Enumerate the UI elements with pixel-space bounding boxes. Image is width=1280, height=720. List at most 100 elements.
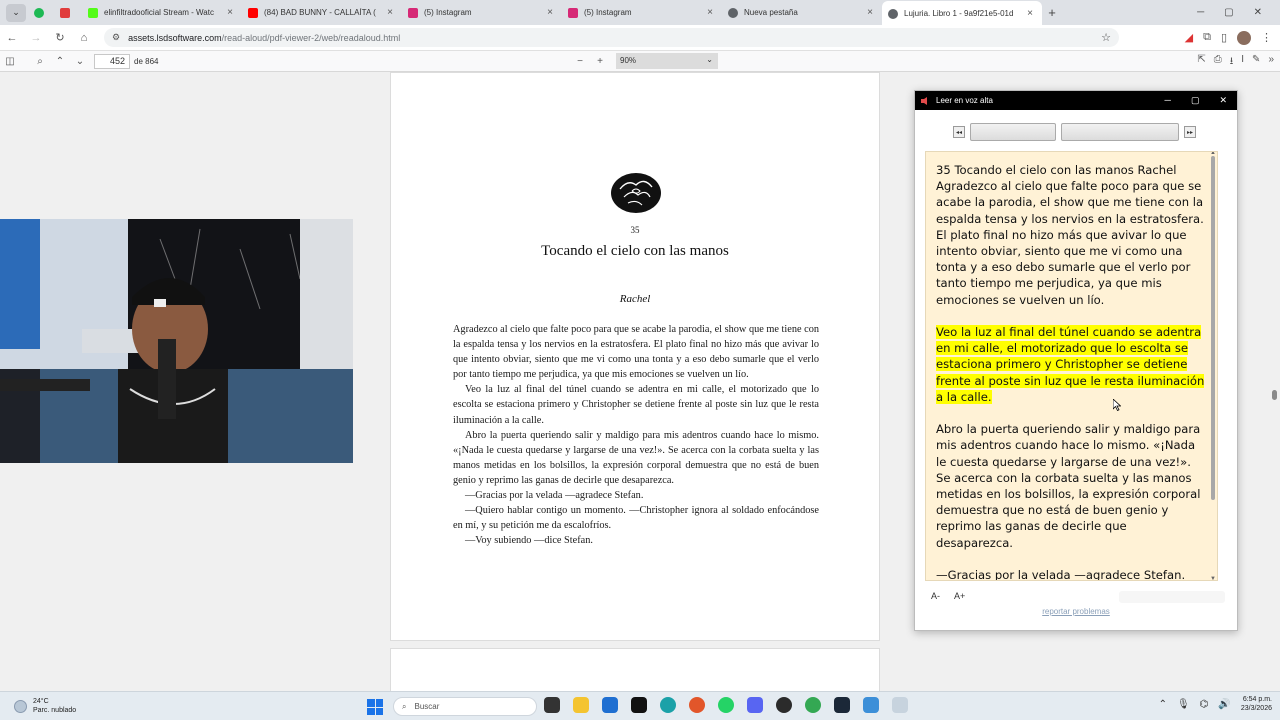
file-explorer-icon[interactable] — [573, 697, 589, 713]
read-aloud-text-panel[interactable]: 35 Tocando el cielo con las manos Rachel… — [925, 151, 1218, 581]
font-decrease-button[interactable]: A- — [931, 591, 940, 601]
read-aloud-window-title: Leer en voz alta — [936, 96, 993, 105]
mouse-cursor-icon — [1113, 399, 1121, 411]
search-placeholder: Buscar — [414, 702, 440, 711]
network-icon[interactable]: ⌬ — [1200, 699, 1209, 710]
weather-condition: Parc. nublado — [33, 707, 77, 714]
next-page-icon[interactable]: ⌄ — [70, 56, 90, 67]
start-button[interactable] — [367, 699, 383, 715]
rewind-button[interactable]: ◂◂ — [953, 126, 965, 138]
profile-avatar[interactable] — [1237, 30, 1251, 45]
obs-icon[interactable] — [776, 697, 792, 713]
edge-icon[interactable] — [660, 697, 676, 713]
sidebar-icon[interactable]: ▯ — [1221, 31, 1227, 44]
close-icon[interactable]: ✕ — [1219, 95, 1227, 106]
tab-instagram-1[interactable]: (5) Instagram × — [402, 1, 562, 24]
chrome-icon[interactable] — [805, 697, 821, 713]
menu-icon[interactable]: ⋮ — [1261, 31, 1272, 44]
read-aloud-taskbar-icon[interactable] — [892, 697, 908, 713]
pdf-toolbar: ◫ ⌕ ⌃ ⌄ 452 de 864 − + 90% ⌄ ⇱ ⎙ ⭳ I ✎ » — [0, 51, 1280, 72]
tab-pinned-2[interactable] — [56, 1, 82, 24]
draw-icon[interactable]: ✎ — [1252, 54, 1260, 71]
maximize-icon[interactable]: ▢ — [1224, 7, 1233, 18]
app-icon[interactable] — [863, 697, 879, 713]
paragraph: —Quiero hablar contigo un momento. —Chri… — [453, 505, 819, 532]
close-icon[interactable]: × — [1024, 8, 1036, 19]
viewer-scrollbar[interactable] — [1272, 390, 1277, 400]
chapter-title: Tocando el cielo con las manos — [541, 243, 729, 259]
task-view-icon[interactable] — [544, 697, 560, 713]
zoom-select[interactable]: 90% ⌄ — [616, 53, 718, 69]
play-pause-button[interactable] — [970, 123, 1056, 141]
bookmark-star-icon[interactable]: ☆ — [1101, 31, 1111, 44]
sidebar-toggle-icon[interactable]: ◫ — [0, 56, 20, 67]
close-icon[interactable]: × — [704, 7, 716, 18]
address-bar[interactable]: ⚙ assets.lsdsoftware.com/read-aloud/pdf-… — [104, 28, 1119, 47]
previous-page-icon[interactable]: ⌃ — [50, 56, 70, 67]
taskbar-search[interactable]: ⌕ Buscar — [393, 697, 537, 716]
save-icon[interactable]: ⭳ — [1230, 54, 1234, 71]
extensions-icon[interactable]: ⧉ — [1203, 31, 1211, 44]
new-tab-button[interactable]: + — [1042, 5, 1062, 20]
close-icon[interactable]: × — [864, 7, 876, 18]
minimize-icon[interactable]: ─ — [1165, 95, 1171, 106]
webcam-feed-image — [0, 219, 353, 463]
tab-lujuria[interactable]: Lujuria. Libro 1 - 9a9f21e5-01d × — [882, 1, 1042, 26]
weather-icon — [14, 699, 27, 713]
whatsapp-icon[interactable] — [718, 697, 734, 713]
clock[interactable]: 6:54 p.m. 23/3/2026 — [1241, 695, 1272, 713]
site-info-icon[interactable]: ⚙ — [112, 32, 120, 43]
tab-spotify[interactable] — [30, 1, 56, 24]
microphone-icon[interactable]: 🎙 — [1177, 699, 1190, 710]
open-file-icon[interactable]: ⇱ — [1197, 54, 1205, 71]
capcut-icon[interactable] — [631, 697, 647, 713]
next-pdf-page — [390, 648, 880, 691]
stop-button[interactable] — [1061, 123, 1179, 141]
home-icon[interactable]: ⌂ — [72, 32, 96, 44]
volume-icon[interactable]: 🔊 — [1218, 699, 1230, 710]
tab-instagram-2[interactable]: (5) Instagram × — [562, 1, 722, 24]
url-path: /read-aloud/pdf-viewer-2/web/readaloud.h… — [221, 32, 401, 43]
pdf-toolbar-right: ⇱ ⎙ ⭳ I ✎ » — [1197, 54, 1274, 71]
read-aloud-extension-icon[interactable]: ◢ — [1185, 31, 1193, 44]
minimize-icon[interactable]: ─ — [1197, 7, 1204, 18]
report-problems-link[interactable]: reportar problemas — [915, 607, 1237, 616]
close-icon[interactable]: ✕ — [1254, 7, 1262, 18]
back-icon[interactable]: ← — [0, 32, 24, 44]
discord-icon[interactable] — [747, 697, 763, 713]
steam-icon[interactable] — [834, 697, 850, 713]
pdf-page: 35 Tocando el cielo con las manos Rachel… — [390, 72, 880, 641]
maximize-icon[interactable]: ▢ — [1191, 95, 1200, 106]
read-aloud-titlebar[interactable]: Leer en voz alta ─ ▢ ✕ — [915, 91, 1237, 110]
tab-new-tab[interactable]: Nueva pestaña × — [722, 1, 882, 24]
tab-kick[interactable]: elinfiltradooficial Stream - Watc × — [82, 1, 242, 24]
webcam-overlay — [0, 219, 353, 463]
font-increase-button[interactable]: A+ — [954, 591, 965, 601]
search-icon[interactable]: ⌕ — [30, 56, 50, 67]
page-number-input[interactable]: 452 — [94, 53, 130, 69]
text-panel-scrollbar[interactable] — [1211, 156, 1215, 500]
scroll-up-icon[interactable]: ▲ — [1210, 152, 1216, 156]
paragraph: Abro la puerta queriendo salir y maldigo… — [453, 429, 819, 486]
store-icon[interactable] — [602, 697, 618, 713]
close-icon[interactable]: × — [384, 7, 396, 18]
close-icon[interactable]: × — [544, 7, 556, 18]
print-icon[interactable]: ⎙ — [1214, 54, 1222, 71]
instagram-icon — [568, 7, 578, 18]
clock-date: 23/3/2026 — [1240, 705, 1272, 712]
reload-icon[interactable]: ↻ — [48, 31, 72, 44]
tab-youtube[interactable]: (84) BAD BUNNY - CALLAÍTA ( × — [242, 1, 402, 24]
voice-progress-bar[interactable] — [1119, 591, 1225, 603]
media-app-icon[interactable] — [689, 697, 705, 713]
playback-controls: ◂◂ ▸▸ — [953, 123, 1196, 141]
more-tools-icon[interactable]: » — [1268, 54, 1274, 71]
weather-widget[interactable]: 24°C Parc. nublado — [14, 697, 76, 715]
chevron-up-icon[interactable]: ⌃ — [1159, 699, 1167, 710]
zoom-out-icon[interactable]: − — [570, 56, 590, 67]
tab-search-button[interactable]: ⌄ — [6, 3, 26, 22]
forward-icon[interactable]: → — [24, 32, 48, 44]
close-icon[interactable]: × — [224, 7, 236, 18]
zoom-in-icon[interactable]: + — [590, 56, 610, 67]
forward-button[interactable]: ▸▸ — [1184, 126, 1196, 138]
text-select-icon[interactable]: I — [1241, 54, 1244, 71]
